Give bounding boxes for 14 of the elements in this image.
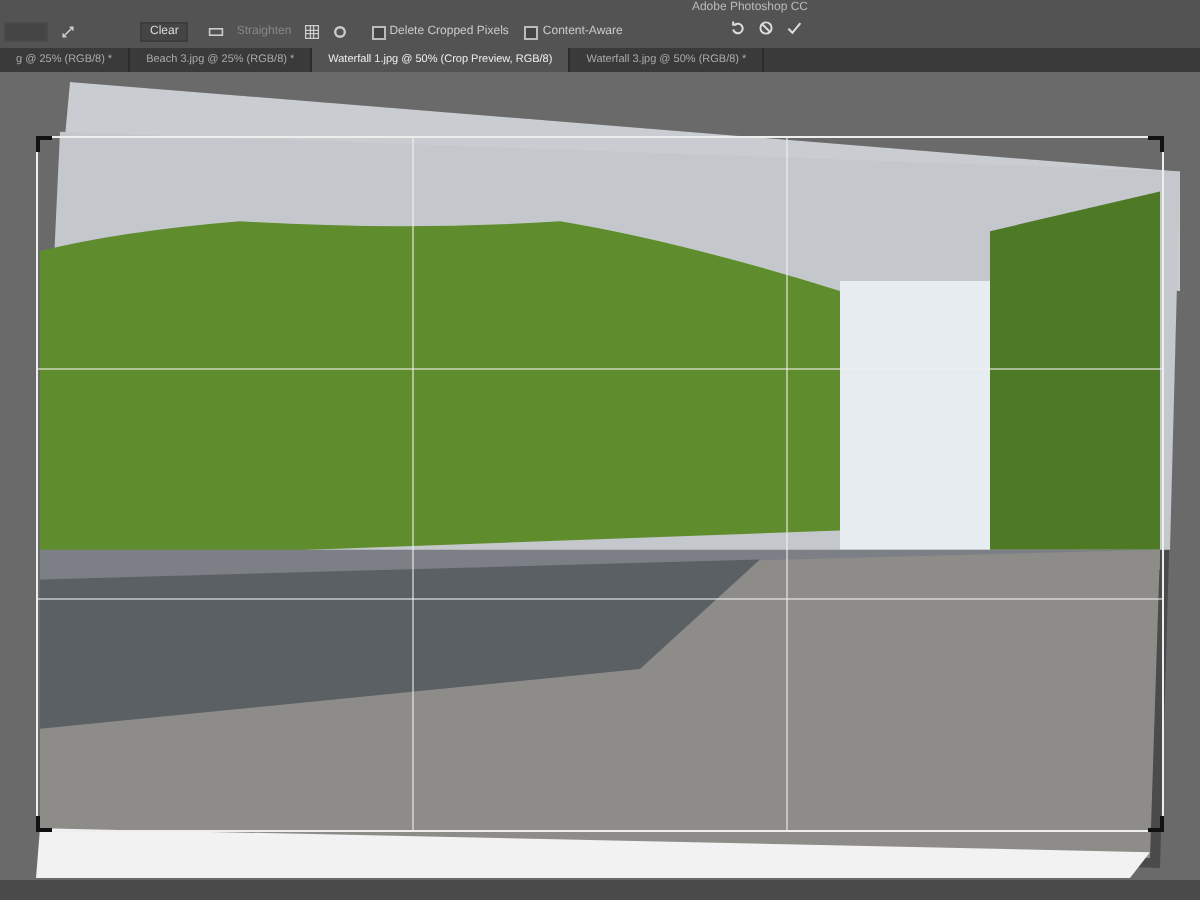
grid-icon[interactable] <box>303 24 320 40</box>
crop-handle[interactable] <box>36 136 52 152</box>
crop-handle[interactable] <box>36 816 52 832</box>
settings-icon[interactable] <box>331 24 348 40</box>
checkbox[interactable] <box>524 25 539 39</box>
crop-handle[interactable] <box>1148 136 1164 152</box>
reset-icon[interactable] <box>730 20 746 36</box>
commit-icon[interactable] <box>786 20 802 36</box>
crop-handle[interactable] <box>1148 816 1164 832</box>
cancel-icon[interactable] <box>758 20 774 36</box>
straighten-icon[interactable] <box>208 24 225 40</box>
checkbox[interactable] <box>371 25 386 39</box>
crop-frame[interactable] <box>36 136 1164 832</box>
swap-icon[interactable] <box>60 24 76 40</box>
